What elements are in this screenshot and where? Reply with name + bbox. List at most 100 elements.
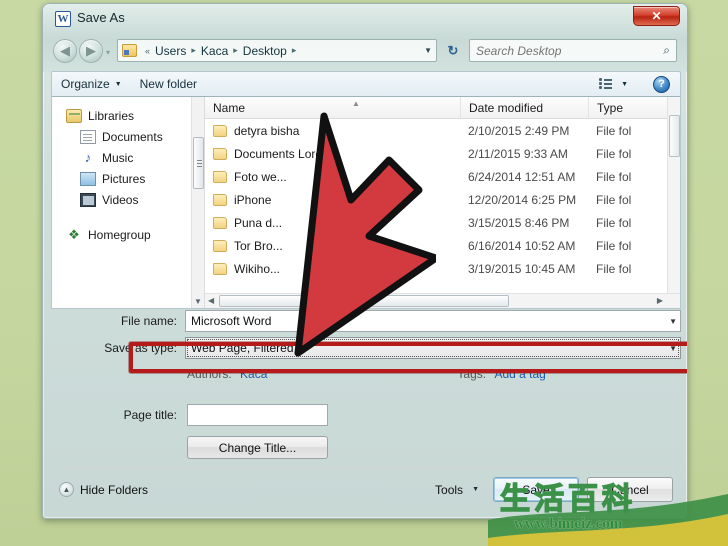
metadata-row: Authors: Kaca Tags: Add a tag <box>51 364 681 384</box>
page-title-input[interactable] <box>187 404 328 426</box>
change-title-button[interactable]: Change Title... <box>187 436 328 459</box>
address-bar[interactable]: « Users ▸ Kaca ▸ Desktop ▸ ▼ <box>117 39 437 62</box>
chevron-down-icon[interactable]: ▼ <box>424 46 432 55</box>
chevron-down-icon[interactable]: ▼ <box>669 344 677 353</box>
breadcrumb-separator: ▸ <box>191 45 196 55</box>
breadcrumb-users[interactable]: Users <box>154 44 187 58</box>
tools-label: Tools <box>435 482 464 497</box>
file-list-scroll-thumb[interactable] <box>669 115 680 157</box>
file-list-pane: Name Date modified Type ▲ detyra bisha 2/… <box>204 97 680 308</box>
sidebar-item-label: Music <box>102 150 134 165</box>
file-name-cell: Tor Bro... <box>205 239 460 253</box>
tools-button[interactable]: Tools ▼ <box>435 483 479 497</box>
chevron-down-icon: ▼ <box>114 80 122 88</box>
save-as-dialog: W Save As ✕ ◀ ▶ ▾ « Users ▸ Kaca ▸ Deskt… <box>42 3 688 519</box>
authors-label: Authors: <box>187 367 232 381</box>
forward-arrow-icon: ▶ <box>86 43 96 58</box>
word-app-icon: W <box>55 11 71 27</box>
file-name-text: iPhone <box>234 192 272 207</box>
organize-label: Organize <box>61 77 110 91</box>
search-box[interactable]: ⌕ <box>469 39 677 62</box>
column-header-row: Name Date modified Type ▲ <box>205 97 680 119</box>
window-title: Save As <box>77 10 125 25</box>
table-row[interactable]: Puna d... 3/15/2015 8:46 PM File fol <box>205 211 680 234</box>
tags-field[interactable]: Tags: Add a tag <box>457 367 545 381</box>
authors-value[interactable]: Kaca <box>240 367 267 381</box>
music-icon: ♪ <box>84 149 92 165</box>
authors-field[interactable]: Authors: Kaca <box>187 367 267 381</box>
type-cell: File fol <box>596 215 632 230</box>
chevron-down-icon[interactable]: ▼ <box>669 317 677 326</box>
navigation-bar: ◀ ▶ ▾ « Users ▸ Kaca ▸ Desktop ▸ ▼ ↻ ⌕ <box>43 37 687 67</box>
scroll-left-icon[interactable]: ◀ <box>208 296 214 305</box>
new-folder-button[interactable]: New folder <box>131 77 206 91</box>
organize-button[interactable]: Organize ▼ <box>52 77 131 91</box>
save-as-type-row: Save as type: Web Page, Filtered ▼ <box>51 337 681 359</box>
column-header-type[interactable]: Type <box>588 97 650 118</box>
scroll-right-icon[interactable]: ▶ <box>657 296 663 305</box>
date-modified-cell: 2/11/2015 9:33 AM <box>468 146 568 161</box>
file-name-cell: Foto we... <box>205 170 460 184</box>
page-title-row: Page title: <box>51 404 681 426</box>
forward-button[interactable]: ▶ <box>79 39 103 63</box>
sidebar-item-documents[interactable]: Documents <box>52 126 204 147</box>
table-row[interactable]: Documents Loren 2/11/2015 9:33 AM File fol <box>205 142 680 165</box>
breadcrumb-kaca[interactable]: Kaca <box>200 44 229 58</box>
table-row[interactable]: iPhone 12/20/2014 6:25 PM File fol <box>205 188 680 211</box>
change-view-button[interactable]: ▼ <box>590 78 637 90</box>
sidebar-item-homegroup[interactable]: ❖ Homegroup <box>52 224 204 245</box>
navigation-pane: Libraries Documents ♪ Music Pictures Vid… <box>52 97 204 308</box>
sidebar-item-pictures[interactable]: Pictures <box>52 168 204 189</box>
cancel-button[interactable]: Cancel <box>587 477 673 502</box>
save-as-type-value: Web Page, Filtered <box>191 341 294 355</box>
sidebar-item-music[interactable]: ♪ Music <box>52 147 204 168</box>
browser-panes: Libraries Documents ♪ Music Pictures Vid… <box>51 97 681 309</box>
file-name-cell: Documents Loren <box>205 147 460 161</box>
file-name-cell: detyra bisha <box>205 124 460 138</box>
file-name-text: Foto we... <box>234 169 287 184</box>
type-cell: File fol <box>596 238 632 253</box>
folder-icon <box>213 239 227 252</box>
back-button[interactable]: ◀ <box>53 39 77 63</box>
sort-ascending-icon: ▲ <box>352 99 360 108</box>
table-row[interactable]: detyra bisha 2/10/2015 2:49 PM File fol <box>205 119 680 142</box>
scroll-down-icon[interactable]: ▼ <box>194 297 202 306</box>
sidebar-scrollbar[interactable]: ▼ <box>191 97 204 308</box>
recent-locations-icon[interactable]: ▾ <box>106 48 110 57</box>
column-header-name[interactable]: Name <box>205 97 460 118</box>
help-icon[interactable]: ? <box>653 75 670 93</box>
file-name-label: File name: <box>120 314 177 328</box>
add-a-tag-link[interactable]: Add a tag <box>494 367 545 381</box>
breadcrumb-desktop[interactable]: Desktop <box>242 44 288 58</box>
date-modified-cell: 3/15/2015 8:46 PM <box>468 215 570 230</box>
close-icon[interactable]: ✕ <box>633 6 680 26</box>
hide-folders-button[interactable]: ▲ Hide Folders <box>59 482 148 497</box>
folder-icon <box>213 124 227 137</box>
file-name-combobox[interactable]: Microsoft Word ▼ <box>185 310 681 332</box>
sidebar-item-label: Homegroup <box>88 227 151 242</box>
back-arrow-icon: ◀ <box>60 43 70 58</box>
save-button[interactable]: Save <box>493 477 579 502</box>
sidebar-item-libraries[interactable]: Libraries <box>52 105 204 126</box>
table-row[interactable]: Wikiho... 3/19/2015 10:45 AM File fol <box>205 257 680 280</box>
file-name-row: File name: Microsoft Word ▼ <box>51 310 681 332</box>
explorer-toolbar: Organize ▼ New folder ▼ ? <box>51 71 681 97</box>
refresh-icon[interactable]: ↻ <box>441 39 465 62</box>
table-row[interactable]: Tor Bro... 6/16/2014 10:52 AM File fol <box>205 234 680 257</box>
file-list-vertical-scrollbar[interactable] <box>667 97 680 308</box>
type-cell: File fol <box>596 169 632 184</box>
column-header-date-modified[interactable]: Date modified <box>460 97 588 118</box>
sidebar-scroll-thumb[interactable] <box>193 137 204 189</box>
file-name-text: Tor Bro... <box>234 238 283 253</box>
folder-icon <box>213 262 227 275</box>
search-input[interactable] <box>476 43 664 58</box>
sidebar-item-videos[interactable]: Videos <box>52 189 204 210</box>
folder-icon <box>122 44 137 57</box>
save-as-type-combobox[interactable]: Web Page, Filtered ▼ <box>185 337 681 359</box>
date-modified-cell: 6/24/2014 12:51 AM <box>468 169 576 184</box>
file-list-hscroll-thumb[interactable] <box>219 295 509 307</box>
table-row[interactable]: Foto we... 6/24/2014 12:51 AM File fol <box>205 165 680 188</box>
file-list-horizontal-scrollbar[interactable]: ◀ ▶ <box>205 293 680 308</box>
chevron-down-icon: ▼ <box>472 486 479 493</box>
date-modified-cell: 3/19/2015 10:45 AM <box>468 261 576 276</box>
